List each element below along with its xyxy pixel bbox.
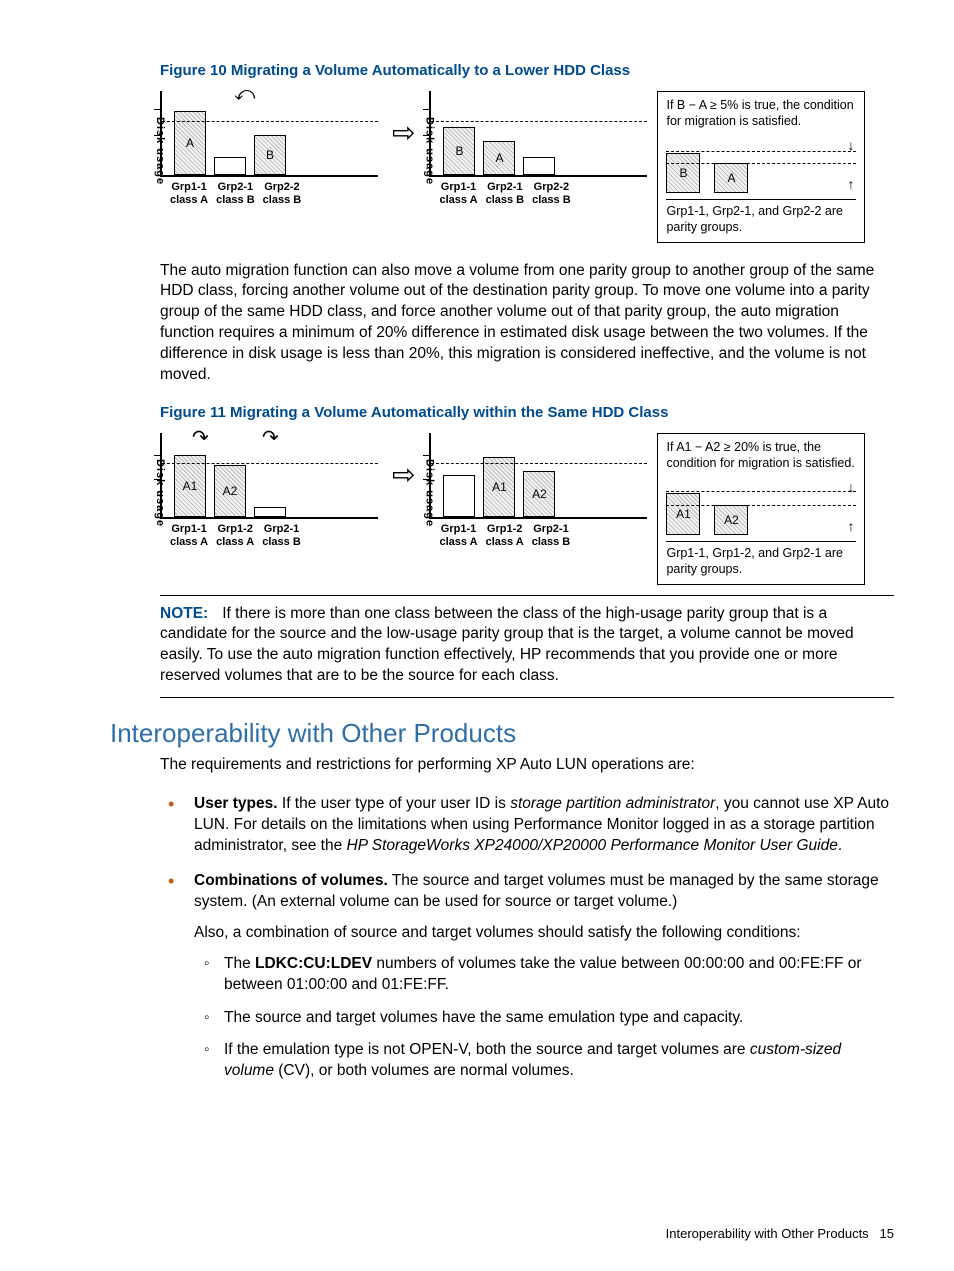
- fig10-sidebox: If B − A ≥ 5% is true, the condition for…: [657, 91, 865, 243]
- side-note: Grp1-1, Grp2-1, and Grp2-2 are parity gr…: [666, 199, 856, 235]
- fig11-right: Disk usage A1 A2 Grp1-1class A Grp1-2cla…: [429, 433, 647, 548]
- bar: A1: [666, 493, 700, 535]
- bar: A2: [714, 505, 748, 535]
- bar: A: [483, 141, 515, 175]
- section-heading: Interoperability with Other Products: [110, 718, 894, 749]
- bar: [254, 507, 286, 517]
- figure-11-caption: Figure 11 Migrating a Volume Automatical…: [160, 404, 894, 421]
- sub-bullet-ldkc: The LDKC:CU:LDEV numbers of volumes take…: [194, 954, 894, 996]
- bullet-sub-intro: Also, a combination of source and target…: [194, 923, 894, 944]
- condition-text: If A1 − A2 ≥ 20% is true, the condition …: [666, 440, 856, 471]
- arrow-down-icon: ↓: [847, 479, 854, 497]
- note-block: NOTE:If there is more than one class bet…: [160, 595, 894, 699]
- bar: A2: [523, 471, 555, 517]
- arrow-up-icon: ↑: [847, 518, 854, 536]
- bar: B: [443, 127, 475, 175]
- curve-arrow-icon: ⤺: [234, 83, 255, 106]
- arrow-up-icon: ↑: [847, 176, 854, 194]
- figure-10-caption: Figure 10 Migrating a Volume Automatical…: [160, 62, 894, 79]
- bullet-combinations: Combinations of volumes. The source and …: [160, 871, 894, 1082]
- bar: [214, 157, 246, 175]
- note-text: If there is more than one class between …: [160, 605, 854, 685]
- condition-text: If B − A ≥ 5% is true, the condition for…: [666, 98, 856, 129]
- arrow-right-icon: ⇨: [388, 91, 419, 175]
- note-label: NOTE:: [160, 605, 208, 622]
- paragraph-auto-migration: The auto migration function can also mov…: [160, 261, 894, 387]
- bar: A1: [174, 455, 206, 517]
- bar: B: [254, 135, 286, 175]
- section-intro: The requirements and restrictions for pe…: [160, 755, 894, 776]
- curve-arrow-icon: ↷: [262, 425, 279, 450]
- figure-10: Disk usage ⤺ A B Grp1-1class A Grp2-1cla…: [160, 91, 894, 243]
- fig11-left: Disk usage ↷ ↷ A1 A2 Grp1-1class A Grp1-…: [160, 433, 378, 548]
- page-number: 15: [880, 1226, 894, 1241]
- bar: [443, 475, 475, 517]
- bar: [523, 157, 555, 175]
- bar: A2: [214, 465, 246, 517]
- sub-bullet-emulation: The source and target volumes have the s…: [194, 1008, 894, 1029]
- page-footer: Interoperability with Other Products 15: [666, 1226, 894, 1241]
- curve-arrow-icon: ↷: [192, 425, 209, 450]
- bullet-user-types: User types. If the user type of your use…: [160, 794, 894, 857]
- figure-11: Disk usage ↷ ↷ A1 A2 Grp1-1class A Grp1-…: [160, 433, 894, 585]
- sub-bullet-openv: If the emulation type is not OPEN-V, bot…: [194, 1040, 894, 1082]
- bullet-list: User types. If the user type of your use…: [160, 794, 894, 1082]
- side-note: Grp1-1, Grp1-2, and Grp2-1 are parity gr…: [666, 541, 856, 577]
- bar: A: [714, 163, 748, 193]
- arrow-right-icon: ⇨: [388, 433, 419, 517]
- bar: A1: [483, 457, 515, 517]
- sub-bullet-list: The LDKC:CU:LDEV numbers of volumes take…: [194, 954, 894, 1083]
- bar: B: [666, 153, 700, 193]
- document-page: Figure 10 Migrating a Volume Automatical…: [0, 0, 954, 1271]
- footer-text: Interoperability with Other Products: [666, 1226, 869, 1241]
- fig11-sidebox: If A1 − A2 ≥ 20% is true, the condition …: [657, 433, 865, 585]
- fig10-right: Disk usage B A Grp1-1class A Grp2-1class…: [429, 91, 647, 206]
- fig10-left: Disk usage ⤺ A B Grp1-1class A Grp2-1cla…: [160, 91, 378, 206]
